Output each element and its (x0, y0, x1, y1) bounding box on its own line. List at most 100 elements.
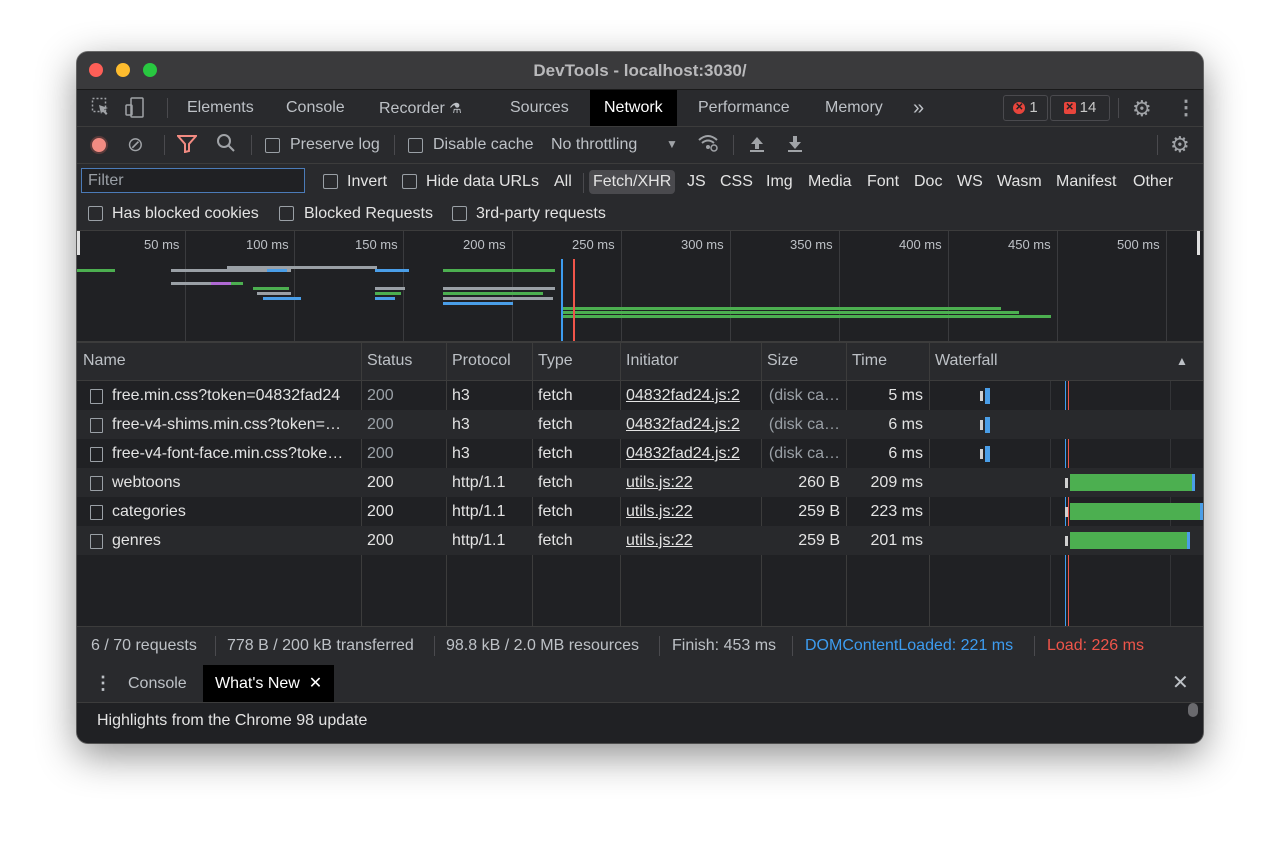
close-drawer-icon[interactable]: ✕ (1172, 665, 1189, 702)
overview-handle[interactable] (1197, 231, 1200, 255)
request-name[interactable]: webtoons (112, 474, 356, 492)
drawer-menu-icon[interactable]: ⋮ (94, 665, 112, 702)
column-header-type[interactable]: Type (538, 352, 573, 370)
overview-bar (443, 302, 513, 305)
type-filter-img[interactable]: Img (766, 173, 793, 191)
tab-network[interactable]: Network (590, 90, 677, 126)
column-header-size[interactable]: Size (767, 352, 798, 370)
error-count-badge[interactable]: ✕ 1 (1003, 95, 1048, 121)
type-filter-css[interactable]: CSS (720, 173, 753, 191)
request-name[interactable]: free.min.css?token=04832fad24 (112, 387, 356, 405)
column-header-waterfall[interactable]: Waterfall (935, 352, 998, 370)
overview-handle[interactable] (77, 231, 80, 255)
tab-console[interactable]: Console (286, 90, 345, 126)
table-row[interactable]: webtoons 200 http/1.1 fetch utils.js:22 260 B… (77, 468, 1203, 497)
throttling-select[interactable]: No throttling (551, 136, 637, 154)
tab-performance[interactable]: Performance (698, 90, 790, 126)
request-time: 5 ms (888, 387, 923, 404)
overview-bar (77, 269, 115, 272)
request-name[interactable]: categories (112, 503, 356, 521)
request-initiator-link[interactable]: 04832fad24.js:2 (626, 387, 740, 405)
clear-icon[interactable]: ⊘ (127, 132, 144, 157)
type-filter-ws[interactable]: WS (957, 173, 983, 191)
blocked-requests-checkbox[interactable] (279, 206, 294, 221)
more-options-icon[interactable]: ⋮ (1176, 95, 1196, 120)
invert-label: Invert (347, 173, 388, 190)
tab-recorder[interactable]: Recorder ⚗ (379, 90, 462, 126)
type-filter-manifest[interactable]: Manifest (1056, 173, 1116, 191)
sort-ascending-icon[interactable]: ▲ (1176, 354, 1188, 368)
request-protocol: h3 (452, 445, 470, 462)
table-row[interactable]: free-v4-shims.min.css?token=… 200 h3 fetch 0… (77, 410, 1203, 439)
request-type: fetch (538, 416, 573, 433)
timeline-overview[interactable]: 50 ms 100 ms 150 ms 200 ms 250 ms 300 ms… (77, 231, 1203, 343)
type-filter-fetch-xhr[interactable]: Fetch/XHR (589, 170, 676, 194)
settings-gear-icon[interactable]: ⚙ (1132, 96, 1152, 122)
devtools-window: DevTools - localhost:3030/ Elements Cons… (77, 52, 1203, 743)
type-filter-media[interactable]: Media (808, 173, 852, 191)
request-initiator-link[interactable]: 04832fad24.js:2 (626, 416, 740, 434)
preserve-log-checkbox[interactable] (265, 138, 280, 153)
overview-bar (375, 292, 401, 295)
scrollbar-thumb[interactable] (1188, 703, 1198, 717)
import-har-icon[interactable] (748, 135, 766, 158)
record-button[interactable] (90, 136, 108, 154)
hide-data-urls-checkbox[interactable] (402, 174, 417, 189)
table-row[interactable]: free.min.css?token=04832fad24 200 h3 fetch 0… (77, 381, 1203, 410)
close-tab-icon[interactable]: ✕ (309, 675, 322, 692)
request-status: 200 (367, 416, 394, 433)
transferred-size: 778 B / 200 kB transferred (227, 637, 414, 654)
throttling-dropdown-icon[interactable]: ▼ (666, 137, 678, 151)
type-filter-font[interactable]: Font (867, 173, 899, 191)
request-initiator-link[interactable]: utils.js:22 (626, 474, 693, 492)
device-toolbar-icon[interactable] (125, 97, 145, 123)
separator (1118, 98, 1119, 118)
tab-recorder-label: Recorder (379, 100, 445, 117)
drawer-tab-console[interactable]: Console (128, 665, 187, 702)
network-conditions-icon[interactable] (697, 133, 719, 158)
search-icon[interactable] (216, 133, 236, 159)
blocked-cookies-checkbox[interactable] (88, 206, 103, 221)
error-icon: ✕ (1013, 102, 1026, 115)
tab-sources[interactable]: Sources (510, 90, 569, 126)
request-size: (disk ca… (768, 416, 840, 433)
request-protocol: http/1.1 (452, 503, 506, 520)
table-row[interactable]: genres 200 http/1.1 fetch utils.js:22 259 B 20… (77, 526, 1203, 555)
column-header-status[interactable]: Status (367, 352, 412, 370)
type-filter-js[interactable]: JS (687, 173, 706, 191)
drawer-tab-whats-new[interactable]: What's New ✕ (203, 665, 335, 702)
whats-new-heading: Highlights from the Chrome 98 update (97, 712, 368, 729)
request-name[interactable]: free-v4-font-face.min.css?toke… (112, 445, 356, 463)
column-header-initiator[interactable]: Initiator (626, 352, 678, 370)
filter-input[interactable] (81, 168, 305, 193)
request-initiator-link[interactable]: utils.js:22 (626, 503, 693, 521)
type-filter-other[interactable]: Other (1133, 173, 1173, 191)
table-row[interactable]: free-v4-font-face.min.css?toke… 200 h3 fetc… (77, 439, 1203, 468)
gridline (948, 231, 949, 341)
column-header-name[interactable]: Name (83, 352, 126, 370)
tab-elements[interactable]: Elements (187, 90, 254, 126)
network-settings-gear-icon[interactable]: ⚙ (1170, 132, 1190, 158)
type-filter-all[interactable]: All (554, 173, 572, 191)
request-name[interactable]: genres (112, 532, 356, 550)
issues-count-badge[interactable]: ✕ 14 (1050, 95, 1110, 121)
request-time: 209 ms (870, 474, 923, 491)
table-row[interactable]: categories 200 http/1.1 fetch utils.js:22 259… (77, 497, 1203, 526)
type-filter-doc[interactable]: Doc (914, 173, 942, 191)
disable-cache-checkbox[interactable] (408, 138, 423, 153)
filter-icon[interactable] (175, 135, 199, 158)
export-har-icon[interactable] (786, 135, 804, 158)
column-header-time[interactable]: Time (852, 352, 887, 370)
third-party-checkbox[interactable] (452, 206, 467, 221)
tab-memory[interactable]: Memory (825, 90, 883, 126)
type-filter-wasm[interactable]: Wasm (997, 173, 1042, 191)
column-header-protocol[interactable]: Protocol (452, 352, 511, 370)
more-tabs-icon[interactable]: » (913, 90, 924, 126)
tick-label: 350 ms (790, 237, 833, 252)
inspect-element-icon[interactable] (91, 97, 111, 122)
load-time: Load: 226 ms (1047, 637, 1144, 654)
request-initiator-link[interactable]: 04832fad24.js:2 (626, 445, 740, 463)
request-name[interactable]: free-v4-shims.min.css?token=… (112, 416, 356, 434)
request-initiator-link[interactable]: utils.js:22 (626, 532, 693, 550)
invert-checkbox[interactable] (323, 174, 338, 189)
